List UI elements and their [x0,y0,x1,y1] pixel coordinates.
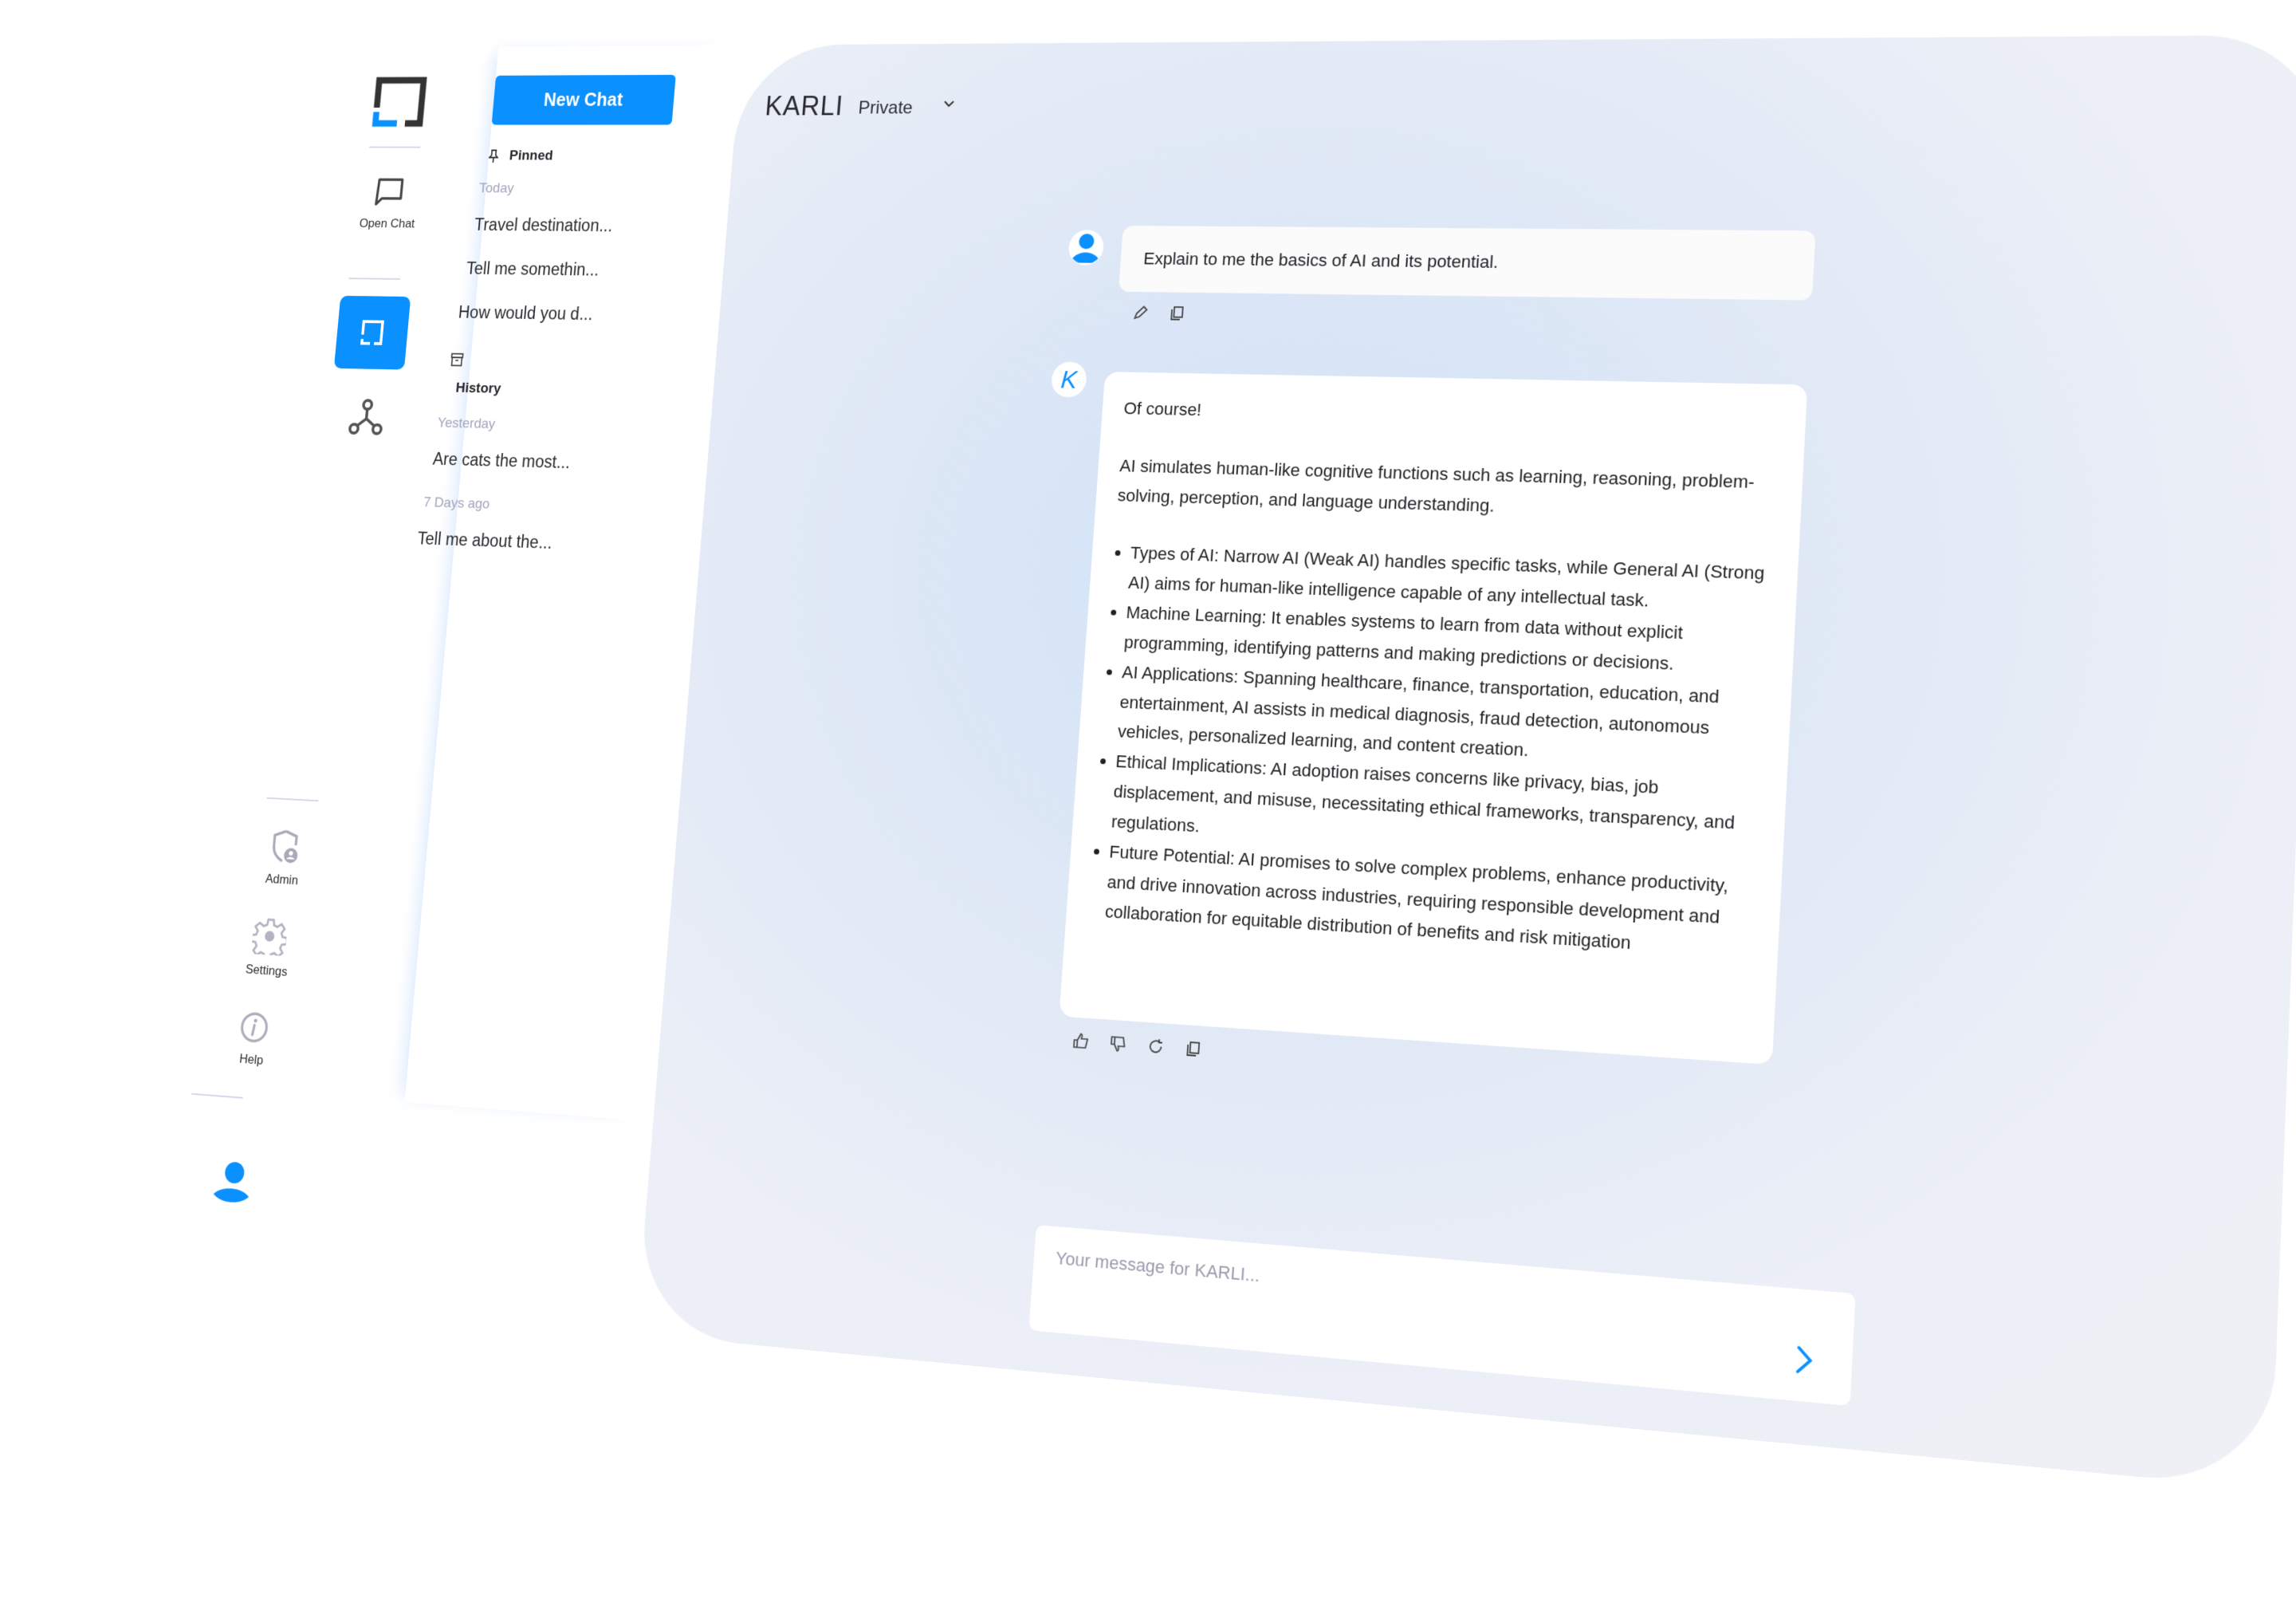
history-item[interactable]: Are cats the most... [432,449,571,473]
rail-item-label: Help [238,1051,264,1068]
user-message-actions [1131,304,1185,321]
app-window: Open Chat Admin Settings Help New Chat P… [56,10,2296,1622]
archive-icon [450,352,465,368]
history-item[interactable]: Tell me somethin... [466,258,600,280]
rail-item-label: Settings [245,962,289,979]
assistant-intro: Of course! [1122,398,1202,420]
history-item[interactable]: Tell me about the... [417,529,553,553]
rail-divider [368,146,421,148]
message-composer [1028,1224,1856,1407]
user-avatar-icon[interactable] [211,1155,254,1204]
copy-icon [1168,305,1186,322]
pinned-label: Pinned [509,148,554,164]
rail-divider [266,797,319,802]
karli-chat-icon [357,318,387,346]
user-message-text: Explain to me the basics of AI and its p… [1142,249,1500,272]
history-label: History [454,380,502,397]
rail-item-workflows[interactable] [320,397,412,441]
thumbs-down-button[interactable] [1109,1034,1127,1053]
rail-divider [191,1092,243,1099]
rail-item-label: Admin [265,871,299,888]
history-item[interactable]: Travel destination... [474,215,613,236]
user-message-bubble: Explain to me the basics of AI and its p… [1118,225,1816,301]
group-label-yesterday: Yesterday [436,415,496,432]
rail-item-open-chat[interactable]: Open Chat [343,176,435,231]
user-avatar [1067,230,1105,266]
regenerate-button[interactable] [1146,1037,1165,1056]
assistant-message-actions [1072,1032,1203,1059]
assistant-paragraph: AI simulates human-like cognitive functi… [1117,455,1755,516]
rail-item-admin[interactable]: Admin [237,826,330,891]
new-chat-button[interactable]: New Chat [491,74,676,125]
user-avatar-icon [1071,234,1099,263]
rail-item-settings[interactable]: Settings [222,915,316,982]
pin-icon [488,149,499,163]
assistant-bullet-list: Types of AI: Narrow AI (Weak AI) handles… [1087,538,1774,967]
thumbs-down-icon [1109,1034,1127,1053]
history-item[interactable]: How would you d... [458,302,594,324]
copy-button[interactable] [1168,305,1186,322]
group-label-7-days: 7 Days ago [423,494,491,513]
thumbs-up-button[interactable] [1072,1032,1091,1051]
group-label-today: Today [478,180,515,197]
info-icon [238,1010,270,1045]
message-input[interactable] [1052,1241,1777,1339]
chevron-down-icon[interactable] [939,95,958,113]
chat-main-area: KARLI Private Explain to me the basics o… [635,34,2296,1490]
refresh-icon [1146,1037,1165,1056]
edit-button[interactable] [1131,304,1149,321]
pencil-icon [1131,304,1149,321]
copy-button[interactable] [1184,1040,1202,1059]
gear-icon [251,916,289,956]
rail-item-help[interactable]: Help [206,1008,300,1071]
assistant-avatar-letter: K [1060,364,1079,394]
chat-bubble-icon [373,177,407,209]
rail-item-label: Open Chat [358,216,416,231]
history-header: History [455,380,501,397]
pinned-header: Pinned [488,148,553,164]
thumbs-up-icon [1072,1032,1091,1051]
send-chevron-icon[interactable] [1791,1342,1818,1379]
rail-item-chat-active[interactable] [333,295,411,370]
workflow-nodes-icon [348,398,386,437]
admin-shield-icon [268,828,301,865]
assistant-message-bubble: Of course! AI simulates human-like cogni… [1059,372,1808,1065]
karli-logo-icon[interactable] [370,76,428,128]
rail-divider [348,278,401,280]
assistant-avatar: K [1050,361,1088,398]
mode-selector[interactable]: Private [858,98,914,119]
app-title: KARLI [764,90,845,121]
copy-icon [1184,1040,1202,1059]
